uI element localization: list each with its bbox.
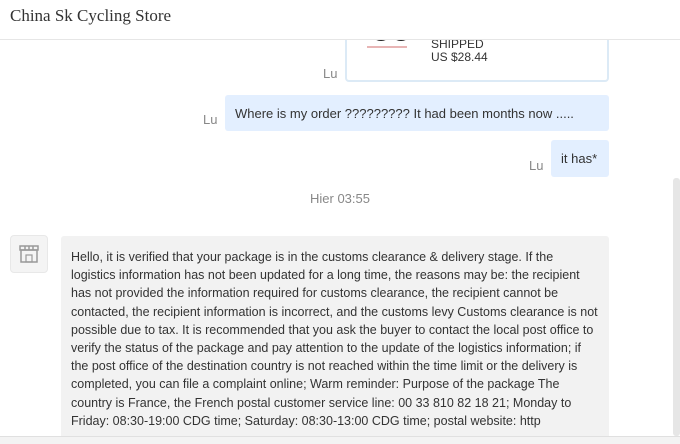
store-name: China Sk Cycling Store <box>10 6 172 25</box>
sender-name: Lu <box>529 158 544 173</box>
message-text: Where is my order ????????? It had been … <box>235 105 574 121</box>
order-card[interactable]: SHIPPED US $28.44 <box>345 40 609 82</box>
message-text: Hello, it is verified that your package … <box>71 250 598 428</box>
chat-header: China Sk Cycling Store <box>0 0 680 40</box>
message-text: it has* <box>561 151 598 166</box>
incoming-message: Hello, it is verified that your package … <box>61 236 609 436</box>
sender-name: Lu <box>323 66 338 81</box>
store-icon <box>19 245 39 263</box>
scrollbar[interactable] <box>673 178 680 436</box>
message-timestamp: Hier 03:55 <box>310 191 370 206</box>
order-price: US $28.44 <box>431 50 488 64</box>
input-area-edge <box>0 436 680 444</box>
sender-name: Lu <box>203 112 218 127</box>
outgoing-message: it has* <box>551 140 609 177</box>
seller-avatar[interactable] <box>10 235 48 273</box>
message-list[interactable]: SHIPPED US $28.44 Lu Lu Where is my orde… <box>0 40 680 436</box>
product-thumbnail <box>367 40 407 48</box>
outgoing-message: Where is my order ????????? It had been … <box>225 95 609 131</box>
